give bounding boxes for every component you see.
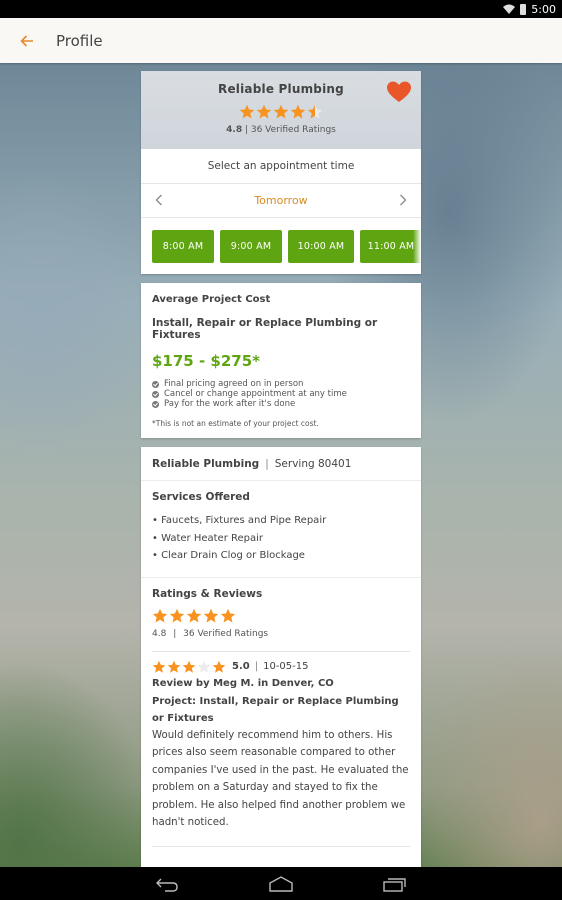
star-filled-icon: [290, 104, 306, 119]
price-range: $175 - $275*: [152, 352, 261, 370]
wifi-icon: [503, 4, 516, 14]
time-slot-button[interactable]: 9:00 AM: [220, 229, 282, 263]
reviews-section: Ratings & Reviews 4.8 | 36 Verified Rati…: [141, 578, 421, 868]
benefit-list: Final pricing agreed on in person Cancel…: [152, 379, 410, 409]
provider-name: Reliable Plumbing: [218, 82, 344, 96]
benefit-text: Pay for the work after it's done: [164, 399, 296, 409]
profile-content[interactable]: Reliable Plumbing 4.8 | 36 Verified Rati…: [141, 71, 421, 868]
review-project: Project: Install, Repair or Replace Plum…: [152, 695, 399, 724]
rating-separator: |: [242, 125, 251, 135]
review-rating-stars: [152, 660, 226, 674]
star-filled-icon: [220, 608, 236, 622]
arrow-left-icon: [20, 34, 33, 47]
status-time: 5:00: [531, 2, 556, 16]
back-button[interactable]: [20, 34, 38, 47]
appointment-label: Select an appointment time: [141, 149, 421, 184]
scroll-fade: [413, 218, 421, 274]
reviews-heading: Ratings & Reviews: [152, 587, 263, 600]
reviews-summary: 4.8 | 36 Verified Ratings: [152, 629, 410, 639]
chevron-right-icon: [400, 194, 407, 205]
star-filled-icon: [169, 608, 185, 622]
summary-count: 36 Verified Ratings: [183, 628, 269, 639]
star-filled-icon: [152, 608, 168, 622]
benefit-item: Cancel or change appointment at any time: [152, 389, 410, 399]
star-empty-icon: [197, 660, 211, 673]
star-filled-icon: [182, 660, 196, 673]
check-icon: [152, 400, 159, 408]
provider-rating-count: 36 Verified Ratings: [250, 125, 336, 135]
benefit-item: Final pricing agreed on in person: [152, 379, 410, 389]
business-serving-row: Reliable Plumbing | Serving 80401: [141, 447, 421, 481]
separator: |: [173, 628, 177, 639]
separator: |: [265, 457, 269, 470]
serving-area: Serving 80401: [274, 457, 352, 470]
selected-day: Tomorrow: [254, 194, 308, 207]
appointment-card: Reliable Plumbing 4.8 | 36 Verified Rati…: [141, 71, 421, 274]
service-item: • Water Heater Repair: [152, 532, 263, 544]
provider-rating-stars: [239, 104, 323, 120]
star-filled-icon: [167, 660, 181, 673]
star-filled-icon: [186, 608, 202, 622]
nav-back-icon[interactable]: [154, 875, 180, 893]
cost-heading: Average Project Cost: [152, 294, 271, 305]
benefit-text: Cancel or change appointment at any time: [164, 389, 347, 399]
star-filled-icon: [203, 608, 219, 622]
business-info-card: Reliable Plumbing | Serving 80401 Servic…: [141, 447, 421, 868]
app-bar: Profile: [0, 18, 562, 63]
separator: |: [254, 661, 259, 672]
star-filled-icon: [256, 104, 272, 119]
cost-disclaimer: *This is not an estimate of your project…: [152, 419, 319, 428]
services-list: • Faucets, Fixtures and Pipe Repair • Wa…: [152, 512, 410, 565]
provider-rating-value: 4.8: [226, 125, 243, 135]
favorite-heart-icon[interactable]: [387, 81, 411, 103]
time-slot-button[interactable]: 10:00 AM: [288, 229, 354, 263]
service-item: • Clear Drain Clog or Blockage: [152, 550, 305, 561]
cost-project-name: Install, Repair or Replace Plumbing or F…: [152, 317, 378, 341]
review-body: Would definitely recommend him to others…: [152, 729, 409, 829]
star-filled-icon: [212, 660, 226, 673]
benefit-item: Pay for the work after it's done: [152, 399, 410, 409]
review-author: Review by Meg M. in Denver, CO: [152, 677, 334, 689]
summary-rating: 4.8: [152, 628, 167, 639]
page-title: Profile: [56, 31, 103, 50]
review-meta: 5.0 | 10-05-15: [152, 660, 410, 674]
nav-recents-icon[interactable]: [382, 875, 408, 893]
project-cost-card: Average Project Cost Install, Repair or …: [141, 283, 421, 438]
star-filled-icon: [152, 660, 166, 673]
check-icon: [152, 390, 159, 398]
time-slot-button[interactable]: 11:00 AM: [360, 229, 421, 263]
system-nav-bar: [0, 867, 562, 900]
status-bar: 5:00: [0, 0, 562, 18]
star-filled-icon: [239, 104, 255, 119]
time-slot-button[interactable]: 8:00 AM: [152, 229, 214, 263]
provider-rating-summary: 4.8 | 36 Verified Ratings: [141, 125, 421, 135]
review-score: 5.0: [232, 661, 250, 672]
star-half-icon: [307, 104, 323, 119]
chevron-left-icon: [155, 194, 162, 205]
business-name: Reliable Plumbing: [152, 457, 260, 470]
star-filled-icon: [273, 104, 289, 119]
benefit-text: Final pricing agreed on in person: [164, 379, 304, 389]
day-selector: Tomorrow: [141, 184, 421, 218]
prev-day-button[interactable]: [155, 192, 163, 210]
nav-home-icon[interactable]: [268, 875, 294, 893]
battery-icon: [520, 3, 527, 15]
check-icon: [152, 380, 159, 388]
services-heading: Services Offered: [152, 491, 250, 503]
services-section: Services Offered • Faucets, Fixtures and…: [141, 481, 421, 578]
summary-rating-stars: [152, 608, 236, 624]
review-date: 10-05-15: [263, 661, 309, 672]
service-item: • Faucets, Fixtures and Pipe Repair: [152, 515, 327, 526]
time-slot-list[interactable]: 8:00 AM 9:00 AM 10:00 AM 11:00 AM: [141, 218, 421, 274]
review-item: 5.0 | 10-05-15 Review by Meg M. in Denve…: [152, 652, 410, 833]
provider-header: Reliable Plumbing 4.8 | 36 Verified Rati…: [141, 71, 421, 149]
next-day-button[interactable]: [399, 192, 407, 210]
